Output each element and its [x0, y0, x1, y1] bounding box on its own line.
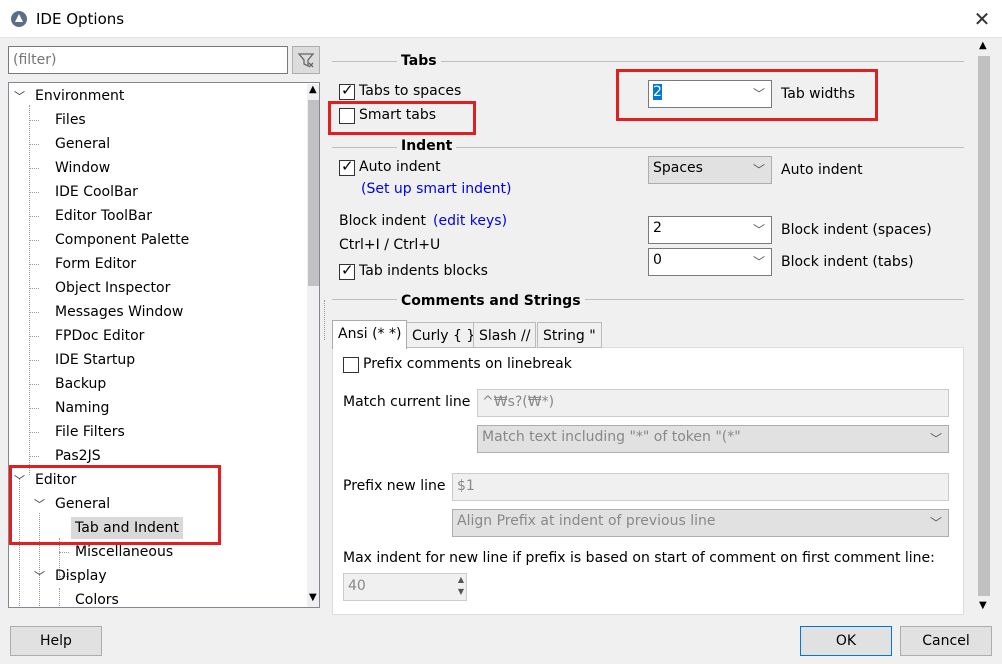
match-current-line-label: Match current line — [343, 394, 471, 410]
block-indent-tabs-label: Block indent (tabs) — [781, 254, 914, 270]
tree-item-display[interactable]: Display — [55, 565, 107, 587]
section-title-tabs: Tabs — [397, 53, 441, 69]
match-mode-combo[interactable]: Match text including "*" of token "(*" ﹀ — [477, 425, 949, 453]
tree-item-ide-startup[interactable]: IDE Startup — [55, 349, 135, 371]
spin-up-icon[interactable]: ▲ — [458, 575, 464, 584]
tree-scrollbar-thumb[interactable] — [308, 100, 319, 286]
tree-scrollbar[interactable]: ▲ ▼ — [307, 84, 319, 607]
tree-item-file-filters[interactable]: File Filters — [55, 421, 125, 443]
block-indent-spaces-label: Block indent (spaces) — [781, 222, 932, 238]
tree-item-files[interactable]: Files — [55, 109, 86, 131]
spin-down-icon[interactable]: ▼ — [458, 587, 464, 596]
help-button[interactable]: Help — [10, 626, 102, 656]
auto-indent-label: Auto indent — [359, 159, 441, 175]
tree-item-ide-coolbar[interactable]: IDE CoolBar — [55, 181, 138, 203]
tree-item-pas2js[interactable]: Pas2JS — [55, 445, 101, 467]
scroll-down-icon[interactable]: ▼ — [979, 600, 987, 611]
tree-item-fpdoc-editor[interactable]: FPDoc Editor — [55, 325, 144, 347]
app-icon — [11, 11, 27, 27]
highlight-box-tab-widths — [616, 69, 878, 121]
scroll-down-icon[interactable]: ▼ — [309, 592, 317, 603]
chevron-down-icon[interactable]: ﹀ — [14, 88, 25, 104]
splitter-grip[interactable] — [324, 300, 328, 340]
tab-indents-blocks-label: Tab indents blocks — [359, 263, 488, 279]
close-button[interactable]: ✕ — [962, 0, 1002, 38]
ctrl-keys-label: Ctrl+I / Ctrl+U — [339, 237, 441, 253]
tree-item-window[interactable]: Window — [55, 157, 110, 179]
tree-item-naming[interactable]: Naming — [55, 397, 109, 419]
auto-indent-combo-label: Auto indent — [781, 162, 863, 178]
tree-item-general[interactable]: General — [55, 133, 110, 155]
auto-indent-combo-value: Spaces — [653, 160, 703, 176]
window-title: IDE Options — [36, 10, 125, 28]
scroll-up-icon[interactable]: ▲ — [979, 40, 987, 51]
prefix-comments-label: Prefix comments on linebreak — [363, 356, 572, 372]
prefix-comments-checkbox[interactable] — [343, 357, 359, 373]
chevron-down-icon: ﹀ — [752, 223, 765, 237]
chevron-down-icon: ﹀ — [752, 255, 765, 269]
auto-indent-checkbox[interactable] — [339, 157, 355, 176]
setup-smart-indent-link[interactable]: (Set up smart indent) — [361, 181, 511, 197]
tree-item-messages-window[interactable]: Messages Window — [55, 301, 183, 323]
scroll-up-icon[interactable]: ▲ — [309, 84, 317, 95]
tree-item-object-inspector[interactable]: Object Inspector — [55, 277, 170, 299]
tab-ansi[interactable]: Ansi (* *) — [332, 320, 408, 349]
section-title-indent: Indent — [397, 138, 457, 154]
chevron-down-icon: ﹀ — [752, 163, 765, 177]
tabs-to-spaces-checkbox[interactable] — [339, 81, 355, 100]
align-mode-value: Align Prefix at indent of previous line — [457, 513, 716, 529]
max-indent-label: Max indent for new line if prefix is bas… — [343, 550, 935, 566]
block-indent-tabs-value: 0 — [653, 252, 662, 268]
close-icon: ✕ — [973, 7, 991, 31]
options-scrollbar[interactable]: ▲ ▼ — [976, 40, 992, 616]
tree-item-environment[interactable]: Environment — [35, 85, 124, 107]
block-indent-spaces-value: 2 — [653, 220, 662, 236]
ok-button[interactable]: OK — [800, 626, 892, 656]
block-indent-tabs-combo[interactable]: 0 ﹀ — [648, 248, 772, 276]
tree-item-component-palette[interactable]: Component Palette — [55, 229, 189, 251]
tab-slash[interactable]: Slash // — [473, 322, 537, 348]
block-indent-label: Block indent — [339, 213, 426, 229]
edit-keys-link[interactable]: (edit keys) — [433, 213, 507, 229]
chevron-down-icon: ﹀ — [929, 516, 942, 530]
max-indent-spinner[interactable]: 40 ▲ ▼ — [343, 573, 467, 601]
tree-item-colors[interactable]: Colors — [75, 589, 119, 607]
section-title-comments: Comments and Strings — [397, 293, 585, 309]
match-current-line-input[interactable]: ^₩s?(₩*) — [477, 389, 949, 417]
tab-string[interactable]: String " — [537, 322, 602, 348]
filter-input[interactable] — [8, 46, 288, 74]
cancel-button[interactable]: Cancel — [900, 626, 992, 656]
tab-curly[interactable]: Curly { } — [406, 322, 482, 348]
max-indent-value: 40 — [348, 578, 366, 594]
tabs-to-spaces-label: Tabs to spaces — [359, 83, 462, 99]
block-indent-spaces-combo[interactable]: 2 ﹀ — [648, 216, 772, 244]
align-mode-combo[interactable]: Align Prefix at indent of previous line … — [452, 509, 949, 537]
highlight-box-tree — [9, 465, 221, 545]
filter-clear-icon — [297, 53, 315, 68]
chevron-down-icon[interactable]: ﹀ — [34, 568, 45, 584]
prefix-new-line-input[interactable]: $1 — [452, 473, 949, 501]
filter-clear-button[interactable] — [292, 46, 320, 74]
auto-indent-combo[interactable]: Spaces ﹀ — [648, 156, 772, 184]
tree-item-form-editor[interactable]: Form Editor — [55, 253, 136, 275]
title-bar: IDE Options ✕ — [0, 0, 1002, 38]
options-scrollbar-thumb[interactable] — [978, 56, 990, 596]
prefix-new-line-label: Prefix new line — [343, 478, 446, 494]
tree-item-editor-toolbar[interactable]: Editor ToolBar — [55, 205, 152, 227]
tree-item-backup[interactable]: Backup — [55, 373, 106, 395]
highlight-box-smart-tabs — [328, 101, 476, 135]
match-mode-value: Match text including "*" of token "(*" — [482, 429, 741, 445]
chevron-down-icon: ﹀ — [929, 432, 942, 446]
tab-indents-blocks-checkbox[interactable] — [339, 261, 355, 280]
